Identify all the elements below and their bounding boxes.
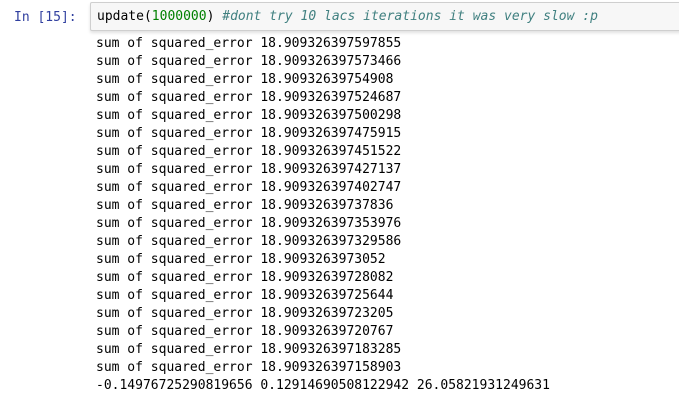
code-input-area[interactable]: update(1000000) #dont try 10 lacs iterat… xyxy=(90,2,679,31)
code-number: 1000000 xyxy=(151,9,207,24)
output-line: sum of squared_error 18.90932639720767 xyxy=(96,324,394,339)
output-line: sum of squared_error 18.90932639723205 xyxy=(96,306,394,321)
output-line: sum of squared_error 18.9093263973052 xyxy=(96,252,386,267)
cell-output: sum of squared_error 18.909326397597855 s… xyxy=(96,35,401,377)
output-line: sum of squared_error 18.909326397524687 xyxy=(96,90,402,105)
output-line: sum of squared_error 18.909326397573466 xyxy=(96,54,402,69)
code-function: update( xyxy=(97,9,152,24)
output-line: sum of squared_error 18.90932639725644 xyxy=(96,288,394,303)
output-line: sum of squared_error 18.909326397183285 xyxy=(96,342,402,357)
output-final-line: -0.14976725290819656 0.12914690508122942… xyxy=(96,378,550,393)
output-line: sum of squared_error 18.90932639754908 xyxy=(96,72,394,87)
code-paren: ) xyxy=(206,9,223,24)
output-line: sum of squared_error 18.909326397597855 xyxy=(96,36,402,51)
output-line: sum of squared_error 18.909326397329586 xyxy=(96,234,402,249)
code-line[interactable]: update(1000000) #dont try 10 lacs iterat… xyxy=(97,8,598,26)
cell-prompt: In [15]: xyxy=(14,10,77,25)
output-line: sum of squared_error 18.909326397451522 xyxy=(96,144,402,159)
output-line: sum of squared_error 18.909326397158903 xyxy=(96,360,402,375)
output-line: sum of squared_error 18.90932639728082 xyxy=(96,270,394,285)
output-line: sum of squared_error 18.909326397402747 xyxy=(96,180,402,195)
output-line: sum of squared_error 18.90932639737836 xyxy=(96,198,394,213)
code-comment: #dont try 10 lacs iterations it was very… xyxy=(222,9,598,24)
output-line: sum of squared_error 18.909326397427137 xyxy=(96,162,402,177)
output-line: sum of squared_error 18.909326397475915 xyxy=(96,126,402,141)
output-line: sum of squared_error 18.909326397500298 xyxy=(96,108,402,123)
notebook-cell: In [15]: update(1000000) #dont try 10 la… xyxy=(0,0,679,400)
output-line: sum of squared_error 18.909326397353976 xyxy=(96,216,402,231)
